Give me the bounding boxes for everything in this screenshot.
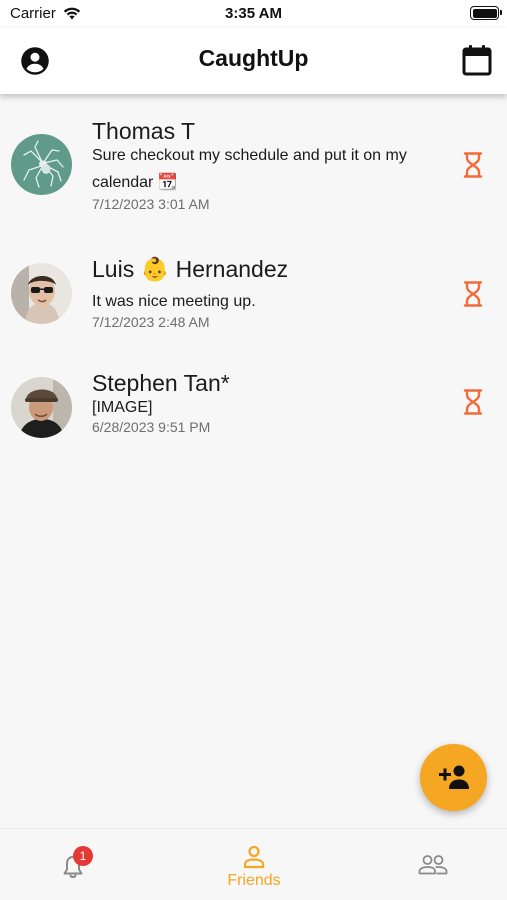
hourglass-icon[interactable] — [462, 280, 484, 308]
friend-name: Luis 👶 Hernandez — [92, 256, 289, 282]
calendar-button[interactable] — [462, 44, 492, 76]
calendar-icon — [462, 45, 492, 76]
nav-friends-label: Friends — [227, 872, 281, 889]
screen: Carrier 3:35 AM CaughtUp Thomas T Sure c… — [0, 0, 507, 900]
friend-timestamp: 7/12/2023 2:48 AM — [92, 314, 210, 330]
avatar — [11, 134, 72, 195]
friend-name: Stephen Tan* — [92, 370, 230, 396]
friend-last-message: Sure checkout my schedule and put it on … — [92, 147, 407, 191]
list-item[interactable]: Luis 👶 Hernandez It was nice meeting up.… — [0, 224, 507, 338]
avatar — [11, 377, 72, 438]
battery-icon — [470, 6, 502, 20]
add-friend-icon — [439, 765, 469, 789]
friend-name: Thomas T — [92, 118, 196, 144]
list-item[interactable]: Thomas T Sure checkout my schedule and p… — [0, 94, 507, 224]
nav-friends[interactable]: Friends — [214, 829, 294, 900]
friend-timestamp: 7/12/2023 3:01 AM — [92, 196, 210, 212]
nav-groups[interactable] — [418, 829, 452, 900]
add-friend-button[interactable] — [420, 744, 487, 811]
group-icon — [418, 855, 448, 875]
avatar — [11, 263, 72, 324]
friend-last-message: It was nice meeting up. — [92, 293, 256, 310]
person-icon — [243, 845, 265, 869]
status-bar: Carrier 3:35 AM — [0, 0, 507, 28]
friend-last-message: [IMAGE] — [92, 399, 153, 416]
app-bar: CaughtUp — [0, 28, 507, 94]
app-title: CaughtUp — [198, 45, 309, 71]
hourglass-icon[interactable] — [462, 151, 484, 179]
notification-badge: 1 — [73, 846, 93, 866]
bottom-navigation: 1 Friends — [0, 828, 507, 900]
hourglass-icon[interactable] — [462, 388, 484, 416]
nav-notifications[interactable]: 1 — [52, 829, 96, 900]
status-time: 3:35 AM — [225, 5, 282, 22]
list-item[interactable]: Stephen Tan* [IMAGE] 6/28/2023 9:51 PM — [0, 338, 507, 452]
friend-timestamp: 6/28/2023 9:51 PM — [92, 419, 211, 435]
